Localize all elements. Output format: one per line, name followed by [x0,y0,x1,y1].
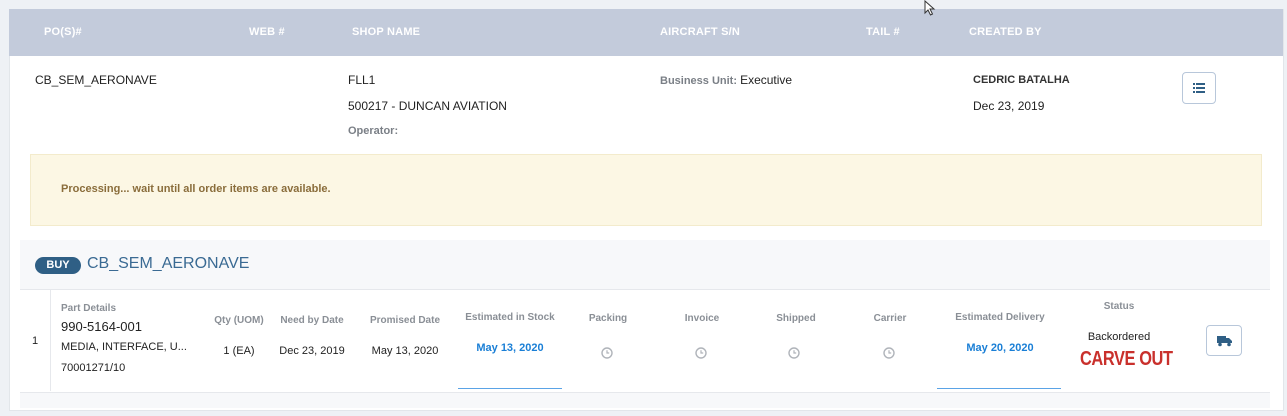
est-delivery-link[interactable]: May 20, 2020 [940,342,1060,354]
header-web: WEB # [249,26,285,38]
col-promised: Promised Date [369,315,441,326]
carve-out-stamp: CARVE OUT [1080,348,1173,370]
processing-alert-text: Processing... wait until all order items… [61,183,331,195]
need-by-value: Dec 23, 2019 [279,345,345,357]
col-status: Status [1103,301,1135,312]
business-unit: Business Unit: Executive [660,73,792,87]
promised-value: May 13, 2020 [371,345,439,357]
col-part-details: Part Details [61,303,117,314]
operator-label: Operator: [348,125,399,137]
shop-full-name: 500217 - DUNCAN AVIATION [348,99,507,113]
part-description: MEDIA, INTERFACE, U... [61,341,187,353]
order-header-bar [9,9,1283,56]
cursor-icon [924,0,936,16]
col-invoice: Invoice [684,313,720,324]
list-icon [1193,83,1205,93]
header-shop-name: SHOP NAME [352,26,421,38]
business-unit-label: Business Unit: [660,75,738,87]
order-details-button[interactable] [1182,72,1216,104]
truck-icon [1217,336,1232,347]
part-number: 990-5164-001 [61,319,142,334]
invoice-clock-icon [695,347,707,359]
order-po: CB_SEM_AERONAVE [35,73,157,87]
est-stock-link[interactable]: May 13, 2020 [455,342,565,354]
col-carrier: Carrier [873,313,907,324]
buy-badge: BUY [35,257,81,274]
created-date: Dec 23, 2019 [973,99,1045,113]
section-title: CB_SEM_AERONAVE [87,255,250,272]
row-index-divider [50,289,51,391]
header-pos: PO(S)# [44,26,82,38]
qty-value: 1 (EA) [223,345,255,357]
processing-alert: Processing... wait until all order items… [30,154,1262,226]
shipping-details-button[interactable] [1206,325,1242,356]
header-aircraft-sn: AIRCRAFT S/N [660,26,741,38]
col-qty: Qty (UOM) [214,315,264,326]
row-index: 1 [32,335,39,347]
col-need-by: Need by Date [280,315,344,326]
status-badge: Backordered [1087,331,1151,343]
est-delivery-underline [937,388,1061,389]
col-est-stock: Estimated in Stock [465,312,555,323]
part-reference: 70001271/10 [61,362,126,374]
created-by-name: CEDRIC BATALHA [973,74,1070,86]
packing-clock-icon [601,347,613,359]
shop-code: FLL1 [348,73,376,87]
col-shipped: Shipped [776,313,816,324]
shipped-clock-icon [788,347,800,359]
header-tail: TAIL # [866,26,900,38]
est-stock-underline [458,388,562,389]
carrier-clock-icon [883,347,895,359]
col-packing: Packing [588,313,628,324]
business-unit-value: Executive [740,73,793,87]
header-created-by: CREATED BY [969,26,1042,38]
col-est-delivery: Estimated Delivery [955,312,1045,323]
